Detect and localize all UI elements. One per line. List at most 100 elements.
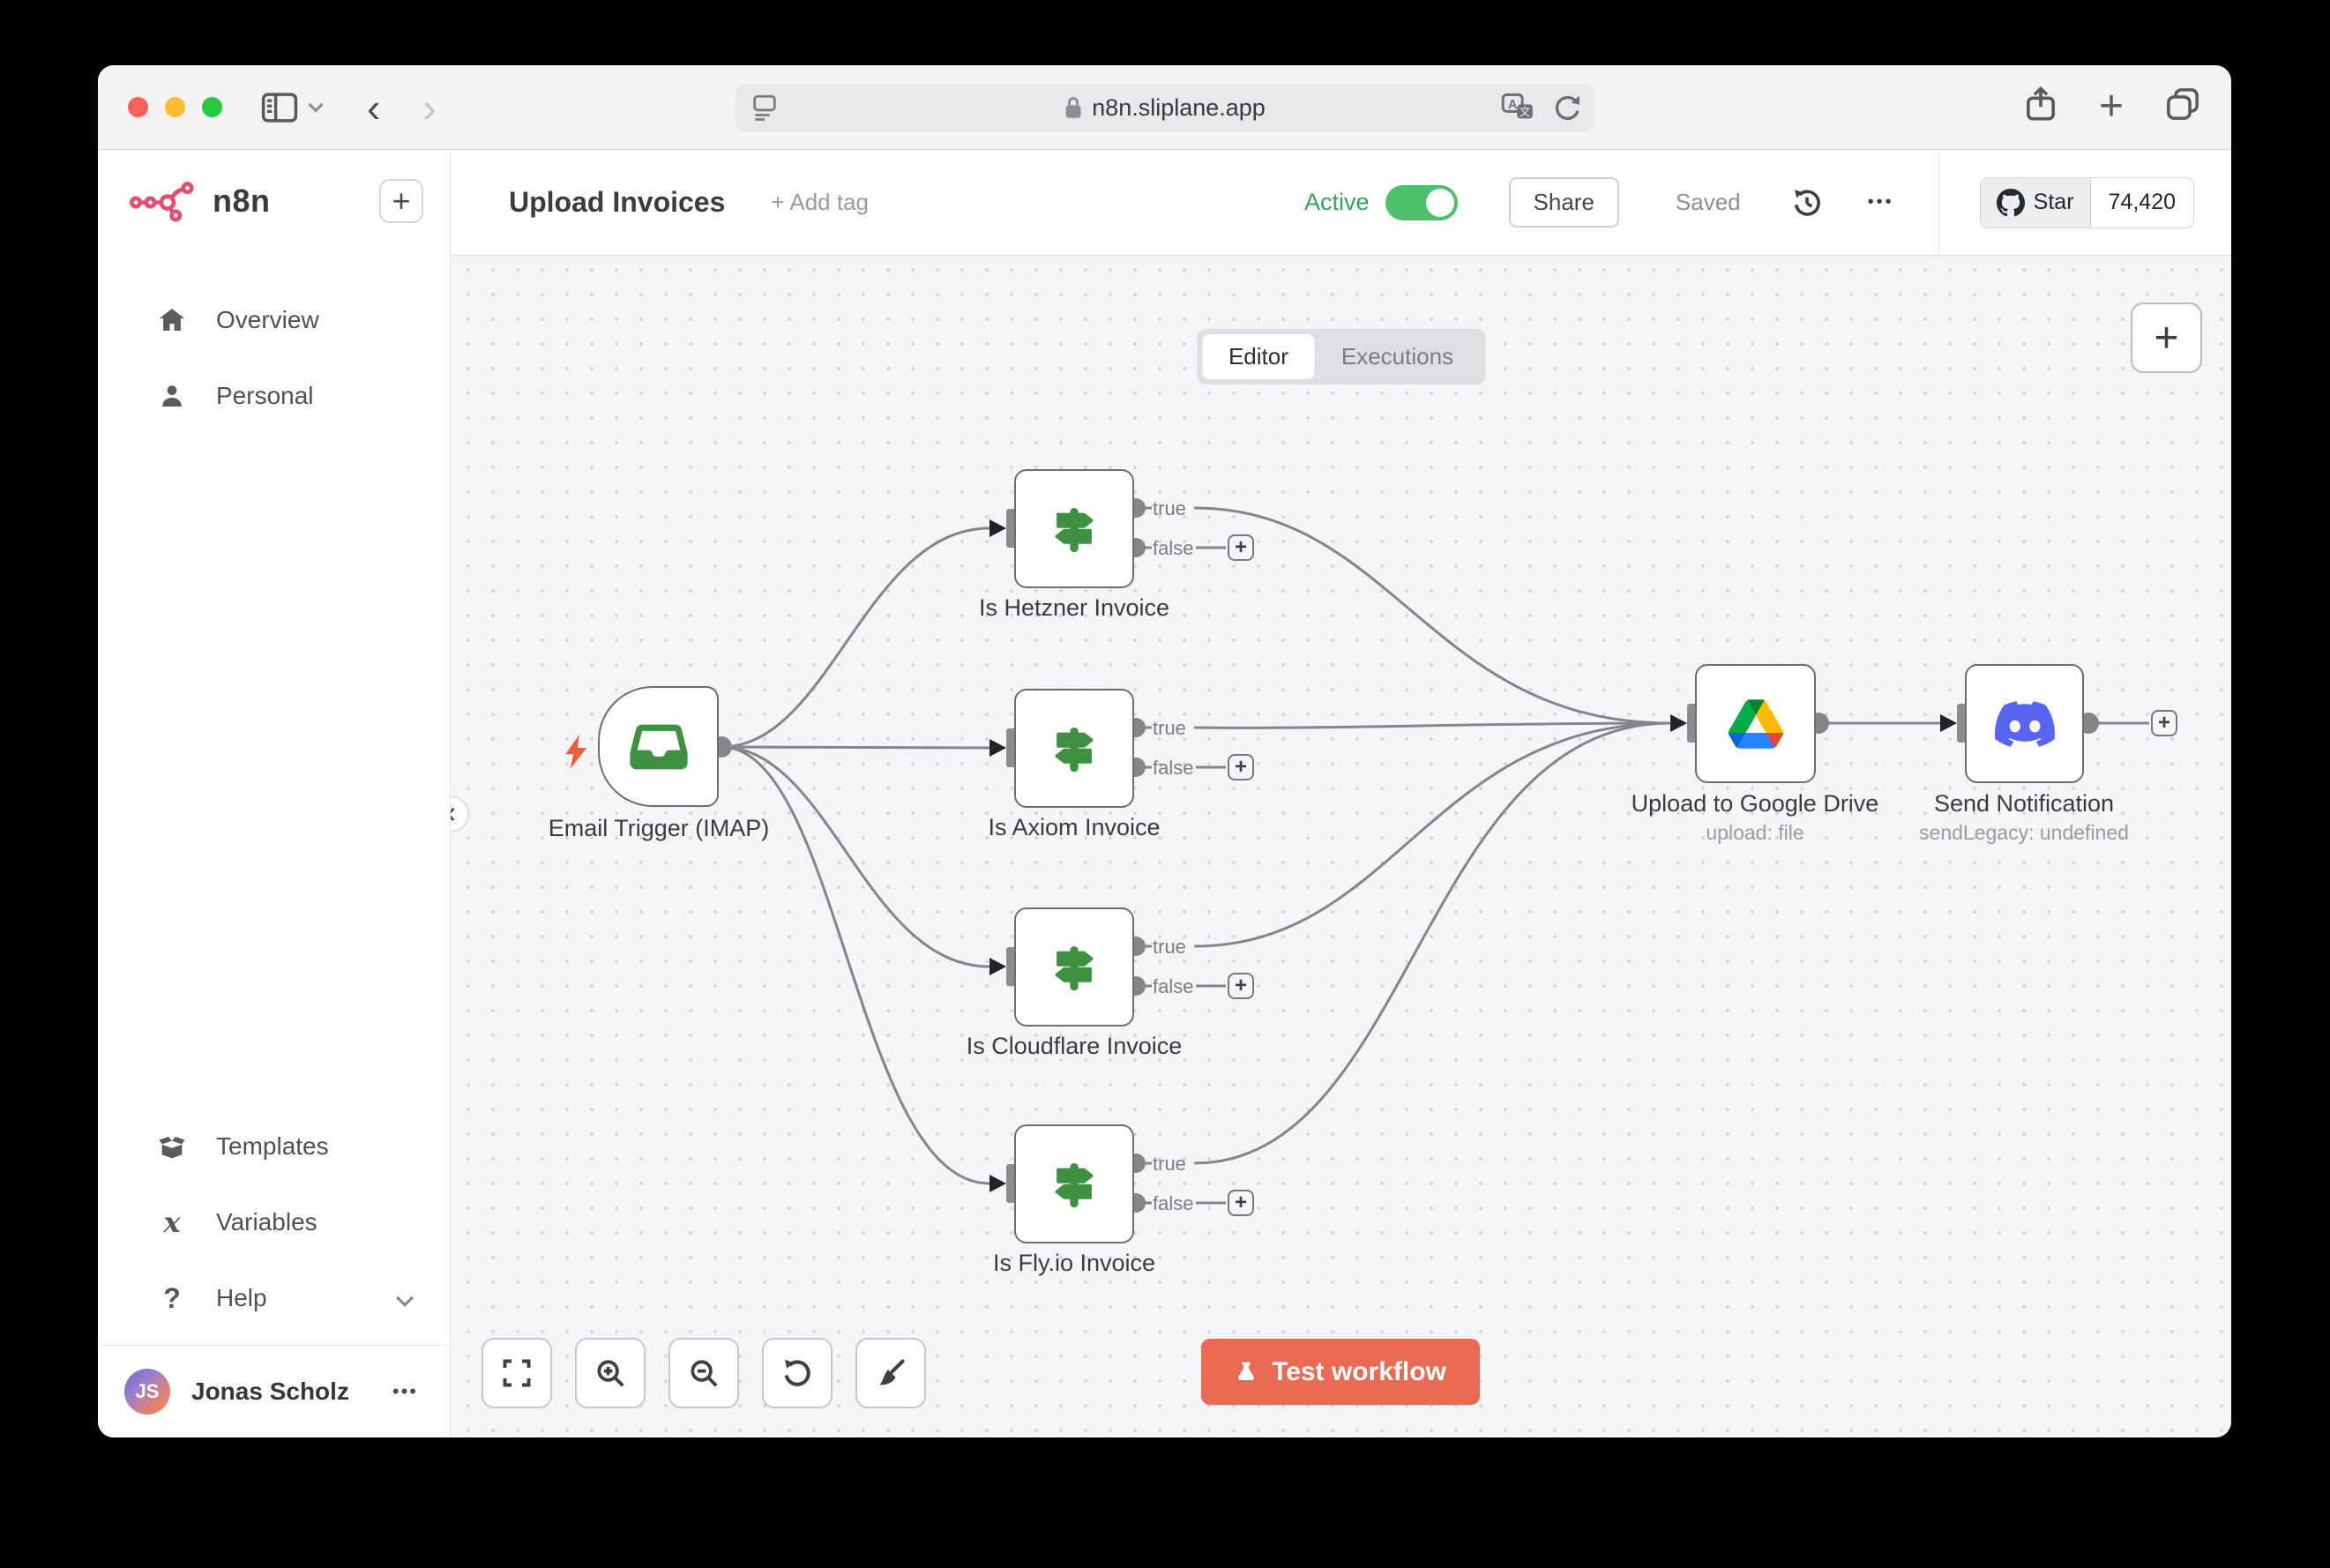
node-label: Is Hetzner Invoice xyxy=(898,594,1251,622)
zoom-in-button[interactable] xyxy=(575,1338,646,1408)
add-node-button[interactable]: + xyxy=(1228,973,1254,999)
sidebar-item-templates[interactable]: Templates xyxy=(98,1109,450,1184)
node-label: Email Trigger (IMAP) xyxy=(482,815,835,842)
add-node-button[interactable]: + xyxy=(1228,754,1254,780)
sidebar-item-label: Help xyxy=(216,1284,267,1312)
avatar-initials: JS xyxy=(136,1380,160,1403)
lock-icon xyxy=(1064,96,1083,119)
discord-icon xyxy=(1995,701,2055,747)
main-panel: Upload Invoices + Add tag Active Share S… xyxy=(451,150,2231,1437)
n8n-app: n8n + Overview Person xyxy=(98,150,2231,1437)
reload-icon[interactable] xyxy=(1552,93,1582,127)
plus-icon: + xyxy=(1235,537,1247,558)
port-true-label: true xyxy=(1153,717,1186,740)
person-icon xyxy=(154,382,190,410)
node-is-hetzner-invoice[interactable] xyxy=(1014,469,1134,588)
user-name: Jonas Scholz xyxy=(191,1378,349,1406)
url-text: n8n.sliplane.app xyxy=(1092,94,1266,122)
signpost-icon xyxy=(1047,721,1102,776)
node-label: Is Fly.io Invoice xyxy=(898,1250,1251,1277)
workflow-canvas[interactable]: Email Trigger (IMAP) Is Hetzner Invoice … xyxy=(451,256,2231,1437)
version-history-icon[interactable] xyxy=(1790,186,1824,220)
user-account-row[interactable]: JS Jonas Scholz ••• xyxy=(98,1345,450,1437)
github-star-button[interactable]: Star xyxy=(1981,178,2091,228)
n8n-logo: n8n xyxy=(130,178,271,224)
test-workflow-button[interactable]: Test workflow xyxy=(1201,1339,1480,1405)
connection-edges xyxy=(451,256,2231,1437)
help-icon: ? xyxy=(163,1282,181,1315)
plus-icon: + xyxy=(392,183,410,220)
avatar: JS xyxy=(124,1369,170,1415)
active-toggle[interactable] xyxy=(1385,185,1458,220)
sidebar-toggle-icon[interactable] xyxy=(261,92,298,123)
tab-overview-icon[interactable] xyxy=(2164,86,2201,127)
variables-icon: x xyxy=(163,1206,180,1239)
node-is-cloudflare-invoice[interactable] xyxy=(1014,907,1134,1027)
templates-box-icon xyxy=(154,1131,190,1161)
workflow-menu-button[interactable]: ••• xyxy=(1868,192,1894,213)
new-tab-icon[interactable]: + xyxy=(2099,86,2124,128)
trigger-bolt-icon xyxy=(564,735,590,774)
share-page-icon[interactable] xyxy=(2023,85,2058,128)
close-window-button[interactable] xyxy=(128,97,148,117)
workflow-header: Upload Invoices + Add tag Active Share S… xyxy=(451,150,2231,256)
port-true-label: true xyxy=(1153,497,1186,520)
broom-icon xyxy=(874,1356,907,1390)
svg-text:A: A xyxy=(1507,98,1517,112)
node-label: Is Axiom Invoice xyxy=(898,814,1251,841)
tab-executions[interactable]: Executions xyxy=(1315,334,1480,379)
saved-status: Saved xyxy=(1676,189,1741,216)
tab-editor[interactable]: Editor xyxy=(1202,334,1315,379)
window-controls xyxy=(128,97,222,117)
port-false-label: false xyxy=(1153,537,1193,560)
canvas-add-node-button[interactable]: + xyxy=(2131,302,2202,373)
zoom-in-icon xyxy=(594,1356,627,1390)
back-button[interactable]: ‹ xyxy=(367,87,380,128)
reset-zoom-button[interactable] xyxy=(762,1338,833,1408)
plus-icon: + xyxy=(1235,975,1247,997)
sidebar-item-label: Overview xyxy=(216,306,319,334)
node-send-notification[interactable] xyxy=(1965,664,2084,783)
zoom-out-button[interactable] xyxy=(668,1338,739,1408)
new-workflow-button[interactable]: + xyxy=(379,179,423,223)
address-bar[interactable]: n8n.sliplane.app A文 xyxy=(736,84,1594,131)
sidebar-item-variables[interactable]: x Variables xyxy=(98,1184,450,1260)
user-menu-button[interactable]: ••• xyxy=(392,1380,418,1403)
share-button[interactable]: Share xyxy=(1509,177,1619,228)
fit-view-icon xyxy=(501,1357,533,1389)
header-divider xyxy=(1938,150,1939,255)
add-node-button[interactable]: + xyxy=(1228,1190,1254,1216)
signpost-icon xyxy=(1047,1157,1102,1212)
port-false-label: false xyxy=(1153,757,1193,780)
browser-window: ‹ › n8n.sliplane.app A文 xyxy=(98,65,2231,1437)
signpost-icon xyxy=(1047,940,1102,995)
translate-icon[interactable]: A文 xyxy=(1501,92,1535,128)
github-star-widget[interactable]: Star 74,420 xyxy=(1980,177,2194,228)
node-is-axiom-invoice[interactable] xyxy=(1014,689,1134,808)
chevron-left-icon xyxy=(451,807,459,821)
add-tag-button[interactable]: + Add tag xyxy=(771,189,869,216)
workflow-title[interactable]: Upload Invoices xyxy=(509,186,725,219)
add-node-button[interactable]: + xyxy=(2151,710,2177,736)
reader-view-icon[interactable] xyxy=(750,93,780,127)
minimize-window-button[interactable] xyxy=(165,97,185,117)
node-email-trigger[interactable] xyxy=(598,686,719,807)
google-drive-icon xyxy=(1729,699,1783,749)
canvas-toolbar xyxy=(482,1338,926,1408)
node-subtitle: sendLegacy: undefined xyxy=(1839,821,2209,845)
node-label: Is Cloudflare Invoice xyxy=(898,1033,1251,1060)
node-upload-to-google-drive[interactable] xyxy=(1695,664,1816,783)
forward-button[interactable]: › xyxy=(422,87,436,128)
sidebar-item-overview[interactable]: Overview xyxy=(98,282,450,358)
sidebar-item-help[interactable]: ? Help xyxy=(98,1260,450,1336)
node-is-flyio-invoice[interactable] xyxy=(1014,1124,1134,1243)
star-count[interactable]: 74,420 xyxy=(2091,178,2193,228)
toggle-knob xyxy=(1426,189,1454,217)
tidy-up-button[interactable] xyxy=(855,1338,926,1408)
zoom-window-button[interactable] xyxy=(202,97,222,117)
sidebar-item-personal[interactable]: Personal xyxy=(98,358,450,434)
fit-view-button[interactable] xyxy=(482,1338,552,1408)
signpost-icon xyxy=(1047,502,1102,556)
sidebar-dropdown-chevron-icon[interactable] xyxy=(309,97,324,112)
add-node-button[interactable]: + xyxy=(1228,534,1254,561)
